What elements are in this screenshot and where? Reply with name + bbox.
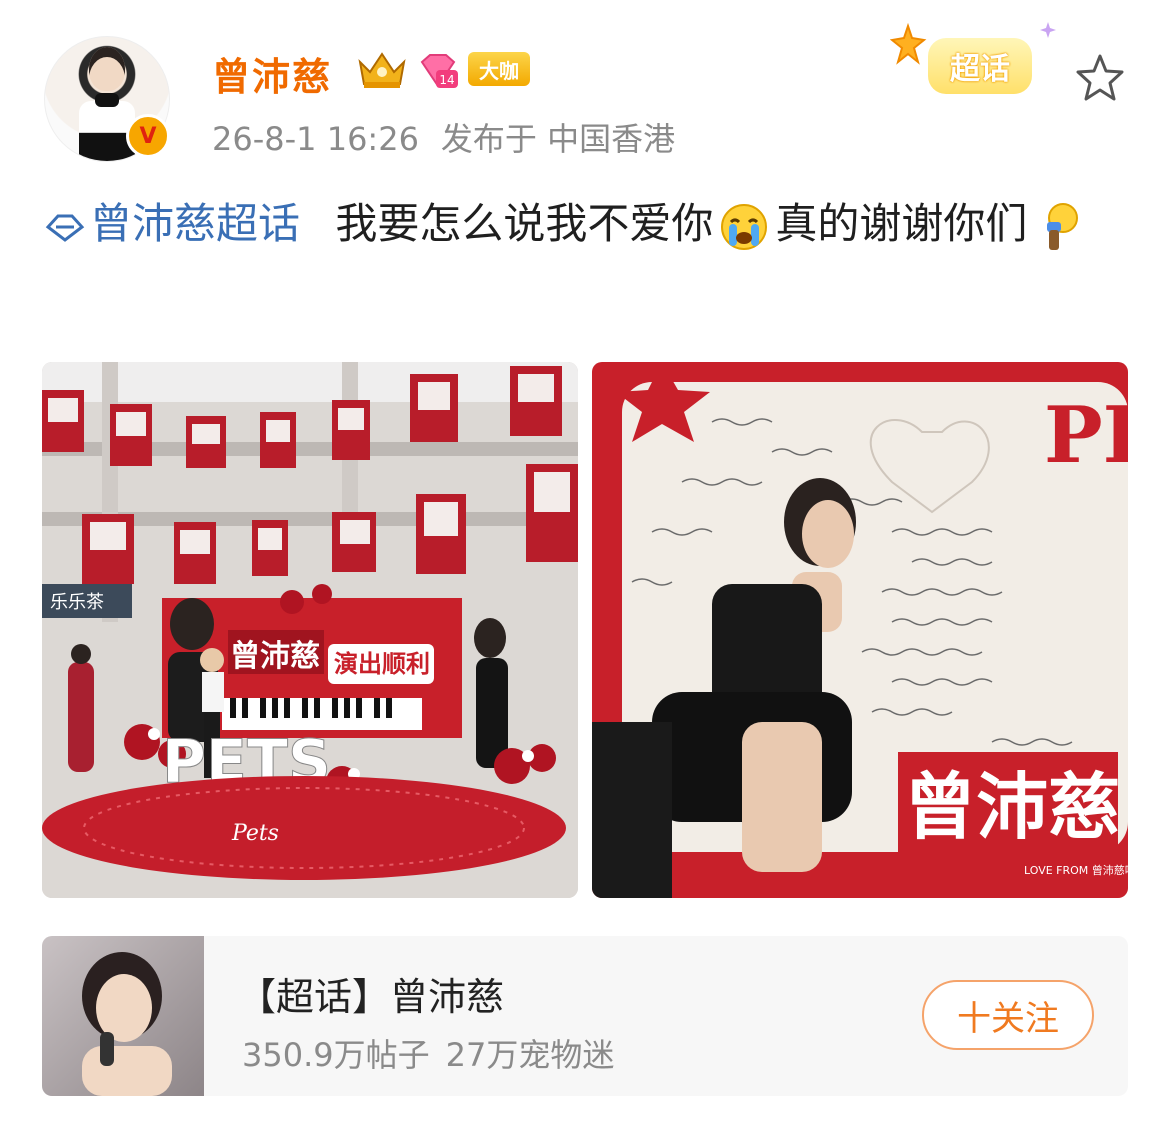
signature-wall-image: PE <box>592 362 1128 898</box>
supertopic-link[interactable]: 曾沛慈超话 <box>44 199 313 248</box>
bowing-emoji-icon <box>1047 202 1079 250</box>
svg-text:14: 14 <box>439 73 454 87</box>
supertopic-thumbnail <box>42 936 204 1096</box>
supertopic-posts-count: 350.9万帖子 <box>242 1036 430 1074</box>
supertopic-fans-count: 27万宠物迷 <box>445 1036 615 1074</box>
daka-badge: 大咖 <box>468 52 530 86</box>
weibo-post-card: V 曾沛慈 14 大咖 26-8-1 16:26 发布于 中国香港 超话 曾沛慈… <box>0 0 1170 1137</box>
wall-footer-text: LOVE FROM 曾沛慈吧 <box>1024 863 1128 877</box>
supertopic-link-text: 曾沛慈超话 <box>90 199 301 248</box>
stage-name-text: 曾沛慈 <box>230 639 320 674</box>
follow-button[interactable]: 十关注 <box>922 980 1094 1050</box>
crown-vip-icon <box>358 52 406 88</box>
mall-stage-image: 乐乐茶 曾沛慈 演出顺利 PETS Pets <box>42 362 578 898</box>
post-text-part2: 真的谢谢你们 <box>775 199 1028 248</box>
post-photo-2[interactable]: PE <box>592 362 1128 898</box>
wall-big-name-text: 曾沛慈 <box>904 765 1120 849</box>
sparkle-icon <box>1040 22 1056 38</box>
supertopic-stats: 350.9万帖子 27万宠物迷 <box>242 1030 614 1076</box>
diamond-topic-icon <box>45 214 85 242</box>
gem-level-icon: 14 <box>420 54 458 88</box>
shop-sign-text: 乐乐茶 <box>50 592 104 613</box>
supertopic-badge[interactable]: 超话 <box>890 18 1056 102</box>
supertopic-card[interactable]: 【超话】曾沛慈 350.9万帖子 27万宠物迷 十关注 <box>42 936 1128 1096</box>
floor-script-text: Pets <box>231 821 279 846</box>
stage-sub-text: 演出顺利 <box>334 650 430 678</box>
author-name[interactable]: 曾沛慈 <box>212 46 332 101</box>
post-body: 曾沛慈超话 我要怎么说我不爱你 真的谢谢你们 <box>44 192 1124 256</box>
crying-face-emoji-icon <box>721 203 768 250</box>
post-timestamp: 26-8-1 16:26 <box>212 120 419 158</box>
supertopic-title: 【超话】曾沛慈 <box>238 975 505 1019</box>
verified-v-icon: V <box>126 114 170 158</box>
post-location: 发布于 中国香港 <box>440 120 676 158</box>
post-text-part1: 我要怎么说我不爱你 <box>335 199 714 248</box>
supertopic-label: 超话 <box>928 38 1032 94</box>
post-meta: 26-8-1 16:26 发布于 中国香港 <box>212 114 675 160</box>
favorite-star-icon[interactable] <box>1074 52 1126 104</box>
corner-letters-text: PE <box>1044 390 1128 481</box>
author-avatar[interactable]: V <box>44 36 170 162</box>
post-photo-1[interactable]: 乐乐茶 曾沛慈 演出顺利 PETS Pets <box>42 362 578 898</box>
